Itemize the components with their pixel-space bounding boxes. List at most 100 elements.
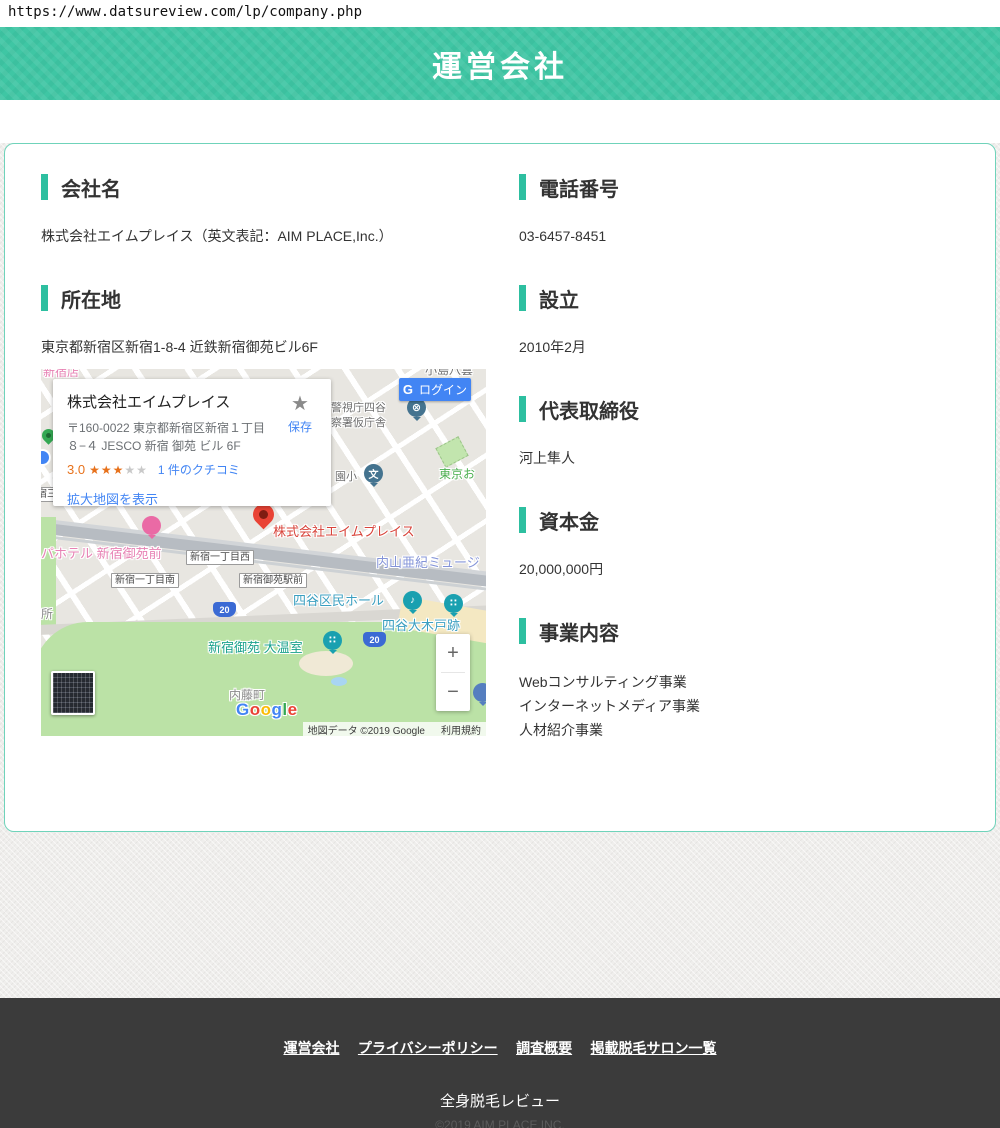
address-label: 所在地	[61, 284, 121, 313]
page-header: 運営会社	[0, 27, 1000, 100]
phone-label: 電話番号	[539, 173, 619, 202]
business-line: 人材紹介事業	[519, 718, 959, 742]
heading-accent-bar	[519, 285, 526, 311]
map-attribution-bar: 地図データ ©2019 Google 利用規約	[303, 722, 486, 736]
google-logo-letter: e	[288, 700, 298, 719]
founded-label: 設立	[539, 284, 579, 313]
google-logo-letter: g	[272, 700, 283, 719]
dots-icon: ∷	[450, 598, 457, 609]
rating-stars-filled: ★★★	[89, 463, 124, 477]
address-bar: https://www.datsureview.com/lp/company.p…	[0, 0, 1000, 27]
copyright: ©2019 AIM PLACE,INC.	[0, 1118, 1000, 1128]
section-heading-company: 会社名	[41, 174, 486, 200]
address-line-2: ８−４ JESCO 新宿 御苑 ビル 6F	[67, 437, 279, 455]
footer-link-salon-list[interactable]: 掲載脱毛サロン一覧	[591, 1040, 717, 1056]
map-zoom-control: + −	[436, 634, 470, 711]
dots-icon: ∷	[329, 635, 336, 646]
intersection-label: 新宿一丁目西	[186, 550, 254, 565]
map-label: 四谷区民ホール	[293, 590, 384, 609]
map-label: 察署仮庁舎	[331, 414, 386, 430]
heading-accent-bar	[519, 507, 526, 533]
address-line-1: 〒160-0022 東京都新宿区新宿１丁目	[67, 419, 279, 437]
business-values: Webコンサルティング事業 インターネットメディア事業 人材紹介事業	[519, 670, 959, 742]
map-label: 園小	[335, 468, 357, 484]
info-card-title: 株式会社エイムプレイス	[67, 391, 279, 412]
greenhouse-marker: ∷	[323, 631, 342, 650]
section-heading-phone: 電話番号	[519, 174, 959, 200]
intersection-label: 新宿御苑駅前	[239, 573, 307, 588]
company-name-value: 株式会社エイムプレイス（英文表記：AIM PLACE,Inc.）	[41, 226, 486, 246]
google-map-embed[interactable]: 20 20 ⊗ 文 ♪ ∷ ∷ 新宿店 小島八雲 警視庁四谷 察署仮庁舎 園小 …	[41, 369, 486, 736]
map-label: 新宿御苑 大温室	[208, 637, 303, 656]
map-label: パホテル 新宿御苑前	[41, 543, 162, 562]
founded-value: 2010年2月	[519, 337, 959, 357]
address-value: 東京都新宿区新宿1-8-4 近鉄新宿御苑ビル6F	[41, 337, 486, 357]
ceo-label: 代表取締役	[539, 395, 639, 424]
save-label: 保存	[279, 418, 321, 435]
save-star-icon[interactable]: ★	[279, 393, 321, 415]
route-20-shield: 20	[213, 602, 236, 617]
school-marker: 文	[364, 464, 383, 483]
section-heading-ceo: 代表取締役	[519, 396, 959, 422]
phone-value: 03-6457-8451	[519, 226, 959, 246]
rating-score: 3.0	[67, 462, 85, 477]
capital-value: 20,000,000円	[519, 559, 959, 579]
footer-nav: 運営会社 プライバシーポリシー 調査概要 掲載脱毛サロン一覧	[0, 1038, 1000, 1058]
map-pond	[331, 677, 347, 686]
zoom-out-button[interactable]: −	[436, 673, 470, 711]
pin-inner-dot	[257, 508, 270, 521]
page-title: 運営会社	[432, 42, 568, 86]
map-info-card: 株式会社エイムプレイス 〒160-0022 東京都新宿区新宿１丁目 ８−４ JE…	[53, 379, 331, 506]
satellite-view-toggle[interactable]	[51, 671, 95, 715]
map-marker-blue	[473, 683, 486, 702]
poi-marker: ∷	[444, 594, 463, 613]
zoom-in-button[interactable]: +	[436, 634, 470, 672]
hotel-marker	[142, 516, 161, 535]
save-place-control[interactable]: ★ 保存	[279, 391, 321, 496]
google-logo: Google	[236, 700, 298, 720]
reviews-link[interactable]: 1 件のクチコミ	[158, 461, 240, 478]
school-icon: 文	[369, 466, 379, 481]
rating-row: 3.0 ★★★ ★★ 1 件のクチコミ	[67, 461, 279, 478]
google-logo-letter: G	[236, 700, 250, 719]
section-heading-founded: 設立	[519, 285, 959, 311]
music-hall-marker: ♪	[403, 591, 422, 610]
map-label: 小島八雲	[425, 369, 473, 378]
google-logo-letter: o	[250, 700, 261, 719]
ceo-value: 河上隼人	[519, 448, 959, 468]
map-label: 内山亜紀ミュージ	[376, 552, 480, 571]
heading-accent-bar	[519, 174, 526, 200]
login-label: ログイン	[419, 381, 467, 398]
heading-accent-bar	[519, 618, 526, 644]
info-card-address: 〒160-0022 東京都新宿区新宿１丁目 ８−４ JESCO 新宿 御苑 ビル…	[67, 419, 279, 455]
google-login-button[interactable]: G ログイン	[399, 378, 471, 401]
heading-accent-bar	[41, 285, 48, 311]
footer-link-survey[interactable]: 調査概要	[516, 1040, 572, 1056]
business-line: インターネットメディア事業	[519, 694, 959, 718]
map-label: 東京お	[439, 465, 475, 482]
map-greenhouse-building	[299, 651, 353, 676]
footer-link-company[interactable]: 運営会社	[283, 1040, 339, 1056]
terms-link[interactable]: 利用規約	[441, 722, 481, 737]
police-cross-icon: ⊗	[412, 401, 421, 414]
enlarge-map-link[interactable]: 拡大地図を表示	[67, 489, 279, 508]
page-footer: 運営会社 プライバシーポリシー 調査概要 掲載脱毛サロン一覧 全身脱毛レビュー …	[0, 998, 1000, 1128]
company-map-label: 株式会社エイムプレイス	[273, 521, 415, 540]
section-heading-capital: 資本金	[519, 507, 959, 533]
footer-link-privacy[interactable]: プライバシーポリシー	[358, 1040, 498, 1056]
intersection-label: 新宿一丁目南	[111, 573, 179, 588]
section-heading-business: 事業内容	[519, 618, 959, 644]
company-info-card: 会社名 株式会社エイムプレイス（英文表記：AIM PLACE,Inc.） 所在地…	[4, 143, 996, 832]
route-20-shield: 20	[363, 632, 386, 647]
music-note-icon: ♪	[410, 595, 415, 606]
map-label: 作所	[41, 605, 53, 622]
right-column: 電話番号 03-6457-8451 設立 2010年2月 代表取締役 河上隼人 …	[519, 174, 959, 831]
left-column: 会社名 株式会社エイムプレイス（英文表記：AIM PLACE,Inc.） 所在地…	[41, 174, 486, 831]
google-logo-letter: o	[261, 700, 272, 719]
map-label: 四谷大木戸跡	[382, 615, 460, 634]
info-card-main: 株式会社エイムプレイス 〒160-0022 東京都新宿区新宿１丁目 ８−４ JE…	[67, 391, 279, 496]
heading-accent-bar	[41, 174, 48, 200]
capital-label: 資本金	[539, 506, 599, 535]
map-label: 警視庁四谷	[331, 399, 386, 415]
business-line: Webコンサルティング事業	[519, 670, 959, 694]
